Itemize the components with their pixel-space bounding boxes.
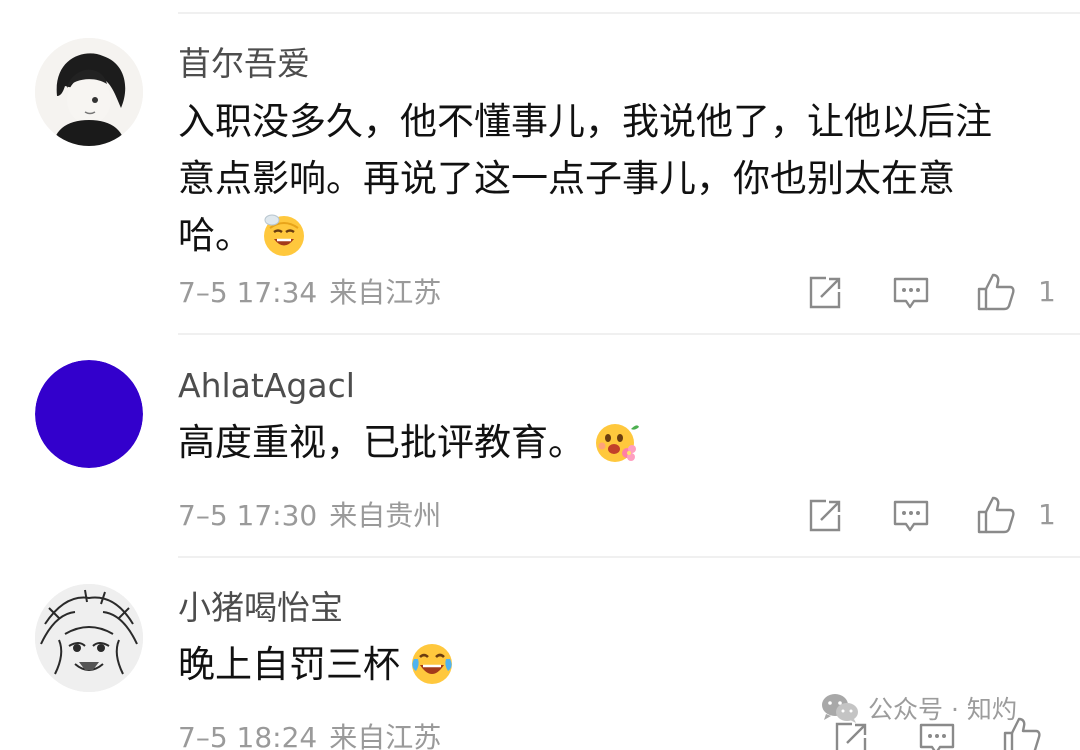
comment-time: 7–5 17:34 — [178, 276, 318, 309]
comment-line: 高度重视，已批评教育。 — [178, 414, 1048, 471]
like-button[interactable]: 1 — [976, 272, 1056, 312]
comment-icon — [893, 277, 929, 309]
comment-line-text: 哈。 — [178, 214, 252, 257]
username[interactable]: 小猪喝怡宝 — [178, 588, 343, 628]
avatar[interactable] — [35, 38, 143, 146]
share-button[interactable] — [806, 497, 844, 535]
comment-line: 入职没多久，他不懂事儿，我说他了，让他以后注 — [178, 100, 992, 143]
comment-icon — [919, 723, 955, 750]
divider-top — [178, 12, 1080, 14]
comment-location: 来自江苏 — [329, 276, 442, 309]
reply-button[interactable] — [892, 276, 930, 312]
comment-time: 7–5 17:30 — [178, 499, 318, 532]
divider — [178, 556, 1080, 558]
thumbs-up-icon — [977, 496, 1015, 534]
comment-time: 7–5 18:24 — [178, 721, 318, 750]
share-icon — [809, 499, 841, 532]
comment-meta: 7–5 17:30 来自贵州 — [178, 499, 441, 533]
like-count: 1 — [1038, 498, 1056, 531]
comment-line-text: 高度重视，已批评教育。 — [178, 421, 585, 464]
watermark-text: 公众号 · 知灼 — [868, 695, 1017, 724]
comment-line: 意点影响。再说了这一点子事儿，你也别太在意 — [178, 157, 955, 200]
username[interactable]: 苜尔吾爱 — [178, 44, 310, 84]
comment-text: 晚上自罚三杯 — [178, 636, 1048, 693]
reply-button[interactable] — [892, 499, 930, 535]
comment-line: 哈。 — [178, 207, 1048, 264]
thumbs-up-icon — [977, 273, 1015, 311]
comment-text: 入职没多久，他不懂事儿，我说他了，让他以后注 意点影响。再说了这一点子事儿，你也… — [178, 93, 1048, 264]
watermark: 公众号 · 知灼 — [820, 690, 1017, 726]
share-icon — [809, 276, 841, 309]
flower-blush-emoji — [593, 417, 641, 465]
username[interactable]: AhlatAgacl — [178, 366, 355, 406]
comment-meta: 7–5 18:24 来自江苏 — [178, 721, 441, 750]
comment-line-text: 晚上自罚三杯 — [178, 643, 400, 686]
divider — [178, 333, 1080, 335]
avatar[interactable] — [35, 360, 143, 468]
like-count: 1 — [1038, 275, 1056, 308]
comment-meta: 7–5 17:34 来自江苏 — [178, 276, 441, 310]
like-button[interactable]: 1 — [976, 495, 1056, 535]
sweat-smile-emoji — [260, 210, 308, 258]
avatar[interactable] — [35, 584, 143, 692]
share-button[interactable] — [806, 274, 844, 312]
comment-icon — [893, 500, 929, 532]
reply-button[interactable] — [918, 722, 956, 750]
comment-location: 来自江苏 — [329, 721, 442, 750]
laugh-cry-emoji — [408, 639, 456, 687]
wechat-icon — [822, 694, 858, 723]
comment-text: 高度重视，已批评教育。 — [178, 414, 1048, 471]
comment-line: 晚上自罚三杯 — [178, 636, 1048, 693]
comment-location: 来自贵州 — [329, 499, 442, 532]
